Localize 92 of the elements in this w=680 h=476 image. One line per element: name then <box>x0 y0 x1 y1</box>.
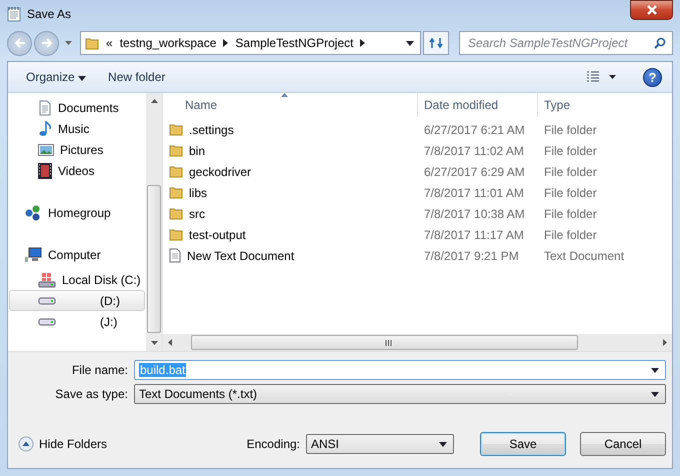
forward-button[interactable] <box>34 30 59 56</box>
dropdown-arrow-icon <box>78 76 86 81</box>
date-cell-text: 7/8/2017 9:21 PM <box>423 248 520 262</box>
column-header[interactable]: Date modified <box>418 93 538 117</box>
type-cell-text: File folder <box>543 206 598 220</box>
file-name-cell[interactable]: libs <box>163 186 418 200</box>
scroll-left-arrow-icon[interactable] <box>168 339 172 346</box>
file-name-cell[interactable]: src <box>163 206 418 220</box>
nav-item[interactable]: Local Disk (C:) <box>9 269 145 290</box>
nav-item[interactable]: Documents <box>9 97 145 118</box>
refresh-icon <box>429 37 443 49</box>
nav-item[interactable]: Videos <box>9 160 145 181</box>
folder-icon <box>169 207 183 220</box>
scroll-right-arrow-icon[interactable] <box>663 339 667 346</box>
system-drive-icon <box>38 272 56 288</box>
file-name-cell[interactable]: geckodriver <box>163 164 418 178</box>
cancel-button[interactable]: Cancel <box>580 432 666 456</box>
column-header[interactable]: Type <box>538 93 663 117</box>
picture-icon <box>38 142 54 156</box>
save-button[interactable]: Save <box>480 432 566 456</box>
dropdown-arrow-icon <box>651 392 659 396</box>
new-folder-button[interactable]: New folder <box>104 68 174 86</box>
address-bar[interactable]: « testng_workspace SampleTestNGProject <box>80 31 421 55</box>
type-cell-text: File folder <box>543 122 598 136</box>
view-options-icon[interactable] <box>587 71 617 83</box>
file-name-cell[interactable]: New Text Document <box>163 248 418 263</box>
folder-icon <box>169 228 183 241</box>
vertical-scrollbar[interactable] <box>146 93 162 351</box>
collapse-up-icon <box>18 436 34 452</box>
drive-icon <box>38 296 56 306</box>
drive-icon <box>38 316 56 326</box>
scroll-up-arrow-icon[interactable] <box>150 99 158 103</box>
type-cell-text: Text Document <box>543 248 626 262</box>
encoding-dropdown[interactable]: ANSI <box>306 434 454 454</box>
overflow-chevron[interactable]: « <box>106 36 113 50</box>
date-cell-text: 6/27/2017 6:21 AM <box>423 122 526 136</box>
date-cell-text: 7/8/2017 11:02 AM <box>423 144 525 158</box>
nav-item[interactable]: Music <box>9 118 145 139</box>
type-cell-text: File folder <box>543 228 598 242</box>
date-cell-text: 7/8/2017 11:17 AM <box>423 228 525 242</box>
save-as-type-dropdown[interactable]: Text Documents (*.txt) <box>134 384 666 404</box>
document-icon <box>38 100 52 116</box>
breadcrumb[interactable]: SampleTestNGProject <box>235 36 354 50</box>
save-as-type-label: Save as type: <box>54 387 128 401</box>
breadcrumb[interactable]: testng_workspace <box>120 36 216 50</box>
help-button[interactable]: ? <box>643 68 662 86</box>
date-cell-text: 7/8/2017 11:01 AM <box>423 186 525 200</box>
film-strip-icon <box>38 162 52 178</box>
folder-icon <box>169 165 183 178</box>
nav-item[interactable]: Homegroup <box>9 202 145 223</box>
folder-icon <box>169 186 183 199</box>
grip-icon <box>384 340 392 346</box>
type-cell-text: File folder <box>543 186 598 200</box>
chevron-right-icon[interactable] <box>360 39 366 47</box>
file-name-cell[interactable]: .settings <box>163 122 418 136</box>
text-file-icon <box>169 248 181 263</box>
dropdown-arrow-icon <box>439 442 447 446</box>
folder-icon <box>85 36 99 50</box>
notepad-icon <box>7 6 21 22</box>
nav-item[interactable]: (J:) <box>9 311 145 332</box>
folder-icon <box>169 144 183 157</box>
organize-button[interactable]: Organize <box>22 68 94 86</box>
nav-item[interactable]: Computer <box>9 244 145 265</box>
date-cell-text: 7/8/2017 10:38 AM <box>423 206 526 220</box>
computer-icon <box>24 246 42 262</box>
type-cell-text: File folder <box>543 164 598 178</box>
dropdown-arrow-icon[interactable] <box>406 40 414 46</box>
date-cell-text: 6/27/2017 6:29 AM <box>423 164 526 178</box>
file-name-cell[interactable]: test-output <box>163 228 418 242</box>
encoding-label: Encoding: <box>246 437 300 451</box>
music-note-icon <box>38 120 52 136</box>
nav-item[interactable]: (D:) <box>9 290 145 311</box>
nav-item[interactable]: Pictures <box>9 139 145 160</box>
window-title: Save As <box>27 7 72 21</box>
back-arrow-icon <box>14 38 26 48</box>
type-cell-text: File folder <box>543 144 598 158</box>
folder-icon <box>169 123 183 136</box>
horizontal-scrollbar[interactable] <box>163 334 672 351</box>
refresh-button[interactable] <box>423 31 449 55</box>
back-button[interactable] <box>7 30 32 56</box>
search-icon <box>654 37 666 49</box>
scroll-down-arrow-icon[interactable] <box>150 341 158 345</box>
close-icon <box>646 5 658 15</box>
chevron-right-icon[interactable] <box>223 39 228 47</box>
dropdown-arrow-icon <box>651 368 659 372</box>
hide-folders-button[interactable]: Hide Folders <box>18 436 108 452</box>
file-name-label: File name: <box>70 363 128 377</box>
search-field[interactable]: Search SampleTestNGProject <box>459 31 673 55</box>
file-name-cell[interactable]: bin <box>163 144 418 158</box>
homegroup-icon <box>24 204 42 220</box>
close-button[interactable] <box>630 0 673 20</box>
forward-arrow-icon <box>40 38 52 48</box>
